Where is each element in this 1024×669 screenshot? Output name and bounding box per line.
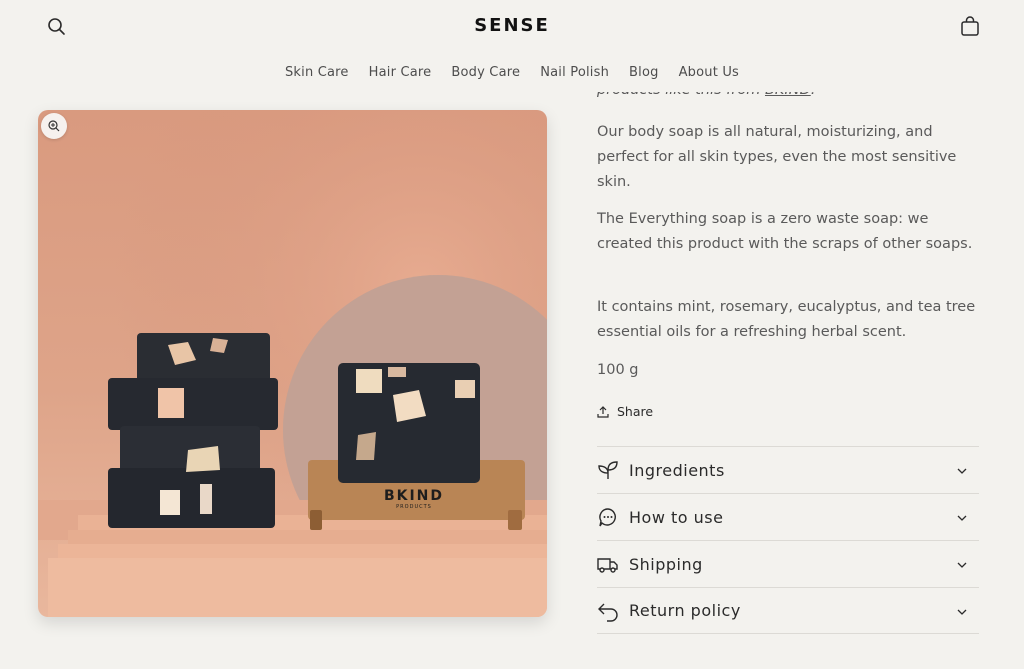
accordion-label: Ingredients [629,460,725,480]
zoom-in-icon [48,120,60,132]
accordion-ingredients[interactable]: Ingredients [597,446,979,493]
chevron-down-icon [957,609,967,615]
nav-hair-care[interactable]: Hair Care [369,65,432,80]
description-paragraph-2: The Everything soap is a zero waste soap… [597,211,973,252]
accordion-return-policy[interactable]: Return policy [597,587,979,634]
product-image[interactable]: BKIND PRODUCTS [38,110,547,617]
share-button[interactable]: Share [597,404,653,419]
accordion-label: How to use [629,507,724,527]
accordion-shipping[interactable]: Shipping [597,540,979,587]
chevron-down-icon [957,515,967,521]
nav-about-us[interactable]: About Us [679,65,739,80]
chevron-down-icon [957,562,967,568]
description-paragraph-3: It contains mint, rosemary, eucalyptus, … [597,299,976,340]
accordion-how-to-use[interactable]: How to use [597,493,979,540]
chat-bubble-icon [597,505,621,529]
shopping-bag-icon [961,16,979,36]
site-header: SENSE Skin Care Hair Care Body Care Nail… [0,0,1024,92]
accordion-label: Shipping [629,554,703,574]
nav-skin-care[interactable]: Skin Care [285,65,349,80]
description-paragraph-1: Our body soap is all natural, moisturizi… [597,124,957,190]
share-icon [597,405,609,418]
product-weight: 100 g [597,362,639,378]
nav-body-care[interactable]: Body Care [451,65,520,80]
return-arrow-icon [597,599,621,623]
product-accordion: Ingredients How to use Shipping Return p… [597,446,979,634]
main-nav: Skin Care Hair Care Body Care Nail Polis… [0,65,1024,80]
accordion-label: Return policy [629,601,741,620]
site-logo[interactable]: SENSE [0,15,1024,36]
truck-icon [597,552,621,576]
share-label: Share [617,404,654,419]
image-brand-text: BKIND [384,488,444,504]
chevron-down-icon [957,468,967,474]
nav-nail-polish[interactable]: Nail Polish [540,65,609,80]
leaf-icon [597,458,621,482]
image-brand-sub: PRODUCTS [396,504,432,510]
nav-blog[interactable]: Blog [629,65,659,80]
zoom-button[interactable] [41,113,67,139]
soap-photo: BKIND PRODUCTS [38,110,547,617]
cart-button[interactable] [957,14,983,40]
